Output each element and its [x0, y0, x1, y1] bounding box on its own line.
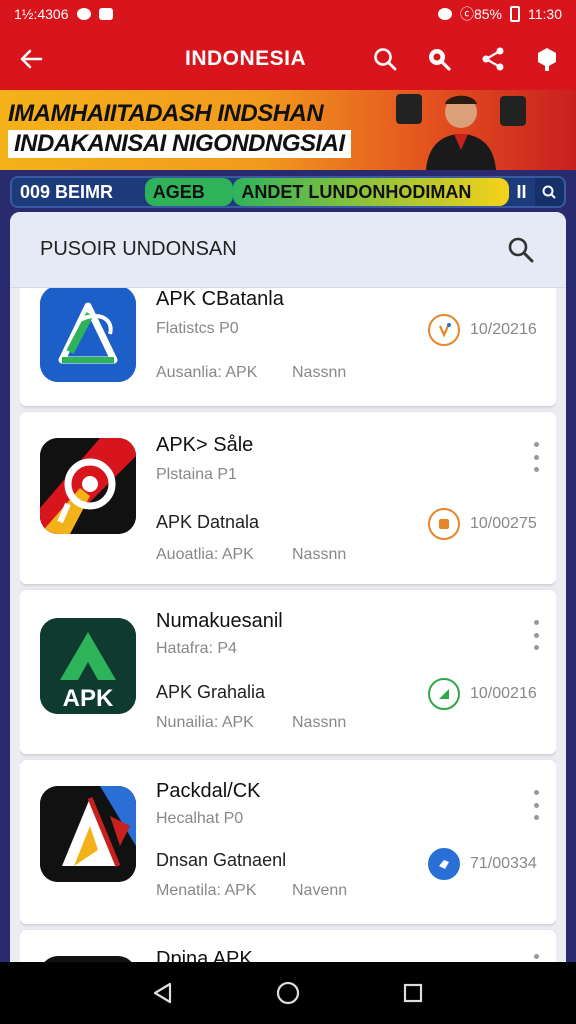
- search-box[interactable]: PUSOIR UNDONSAN: [10, 212, 566, 288]
- status-bar: 1½:4306 ⓒ85% 11:30: [0, 0, 576, 28]
- banner-line-2: INDAKANISAI NIGONDNGSIAI: [8, 130, 351, 158]
- app-meta: Ausanlia: APK: [156, 364, 258, 381]
- back-triangle-icon[interactable]: [143, 973, 183, 1013]
- search-label: PUSOIR UNDONSAN: [40, 238, 237, 260]
- share-icon[interactable]: [478, 44, 508, 74]
- promo-banner[interactable]: IMAMHAIITADASH INDSHAN INDAKANISAI NIGON…: [0, 90, 576, 170]
- list-item[interactable]: APK CBatanla Flatistcs P0 Ausanlia: APK …: [20, 288, 556, 406]
- app-icon-apk-cbatanla: [40, 288, 136, 382]
- more-options-icon[interactable]: [532, 442, 540, 472]
- status-number: 71/00334: [470, 855, 537, 872]
- banner-person-image: [396, 94, 526, 170]
- app-status: 10/20216: [428, 314, 537, 346]
- app-name: APK CBatanla: [156, 288, 284, 310]
- app-apk-line: Dnsan Gatnaenl: [156, 850, 287, 870]
- more-options-icon[interactable]: [532, 620, 540, 650]
- back-arrow-icon[interactable]: [0, 28, 62, 90]
- app-apk-line: APK Grahalia: [156, 682, 266, 702]
- list-item[interactable]: Packdal/CK Hecalhat P0 Dnsan Gatnaenl Me…: [20, 760, 556, 924]
- app-sub: Hatafra: P4: [156, 640, 237, 657]
- status-ring-icon: [428, 678, 460, 710]
- strip-segment-1: 009 BEIMR: [12, 178, 145, 206]
- app-meta: Auoatlia: APK: [156, 546, 254, 563]
- more-options-icon[interactable]: [532, 790, 540, 820]
- status-number: 10/20216: [470, 321, 537, 338]
- notification-icon-2: [98, 8, 113, 20]
- app-name: Packdal/CK: [156, 780, 261, 802]
- search-filled-icon[interactable]: [424, 44, 454, 74]
- app-icon-packdal: [40, 786, 136, 882]
- app-bar: INDONESIA: [0, 28, 576, 90]
- search-icon[interactable]: [506, 235, 536, 265]
- status-time: 11:30: [528, 6, 562, 22]
- status-ring-icon: [428, 508, 460, 540]
- notification-icon: [76, 8, 91, 20]
- status-ring-icon: [428, 848, 460, 880]
- status-left-text: 1½:4306: [14, 6, 69, 22]
- app-list: APK CBatanla Flatistcs P0 Ausanlia: APK …: [20, 288, 556, 972]
- status-number: 10/00275: [470, 515, 537, 532]
- apk-icon-text: APK: [63, 685, 114, 712]
- home-circle-icon[interactable]: [268, 973, 308, 1013]
- banner-line-1: IMAMHAIITADASH INDSHAN: [8, 100, 324, 127]
- app-status: 71/00334: [428, 848, 537, 880]
- app-icon-numakuesanil: APK: [40, 618, 136, 714]
- app-meta: Nunailia: APK: [156, 714, 254, 731]
- status-number: 10/00216: [470, 685, 537, 702]
- strip-segment-2: AGEB: [144, 178, 234, 206]
- app-apk-line: APK Datnala: [156, 512, 260, 532]
- page-title: INDONESIA: [185, 47, 307, 70]
- system-nav-bar: [0, 962, 576, 1024]
- app-meta: Menatila: APK: [156, 882, 257, 899]
- app-meta-2: Nassnn: [292, 714, 347, 731]
- category-strip[interactable]: 009 BEIMR AGEB ANDET LUNDONHODIMAN II: [10, 176, 566, 208]
- results-panel: PUSOIR UNDONSAN APK CBatanla Flatistcs P…: [10, 212, 566, 972]
- battery-icon: [510, 6, 520, 22]
- app-icon-apk-sale: [40, 438, 136, 534]
- app-status: 10/00216: [428, 678, 537, 710]
- app-sub: Flatistcs P0: [156, 320, 239, 337]
- profile-icon[interactable]: [532, 44, 562, 74]
- strip-segment-3: ANDET LUNDONHODIMAN: [233, 178, 509, 206]
- app-sub: Hecalhat P0: [156, 810, 244, 827]
- strip-search-icon[interactable]: [534, 178, 564, 206]
- app-name: APK> Såle: [156, 434, 254, 456]
- app-sub: Plstaina P1: [156, 466, 237, 483]
- app-status: 10/00275: [428, 508, 537, 540]
- app-meta-2: Nassnn: [292, 546, 347, 563]
- app-name: Numakuesanil: [156, 610, 283, 632]
- list-item[interactable]: APK Numakuesanil Hatafra: P4 APK Grahali…: [20, 590, 556, 754]
- recents-square-icon[interactable]: [393, 973, 433, 1013]
- strip-segment-4: II: [516, 181, 527, 202]
- alarm-icon: [437, 8, 452, 20]
- app-meta-2: Nassnn: [292, 364, 347, 381]
- status-right-text: ⓒ85%: [459, 6, 502, 22]
- search-icon[interactable]: [370, 44, 400, 74]
- list-item[interactable]: APK> Såle Plstaina P1 APK Datnala Auoatl…: [20, 412, 556, 584]
- status-ring-icon: [428, 314, 460, 346]
- app-meta-2: Navenn: [292, 882, 348, 899]
